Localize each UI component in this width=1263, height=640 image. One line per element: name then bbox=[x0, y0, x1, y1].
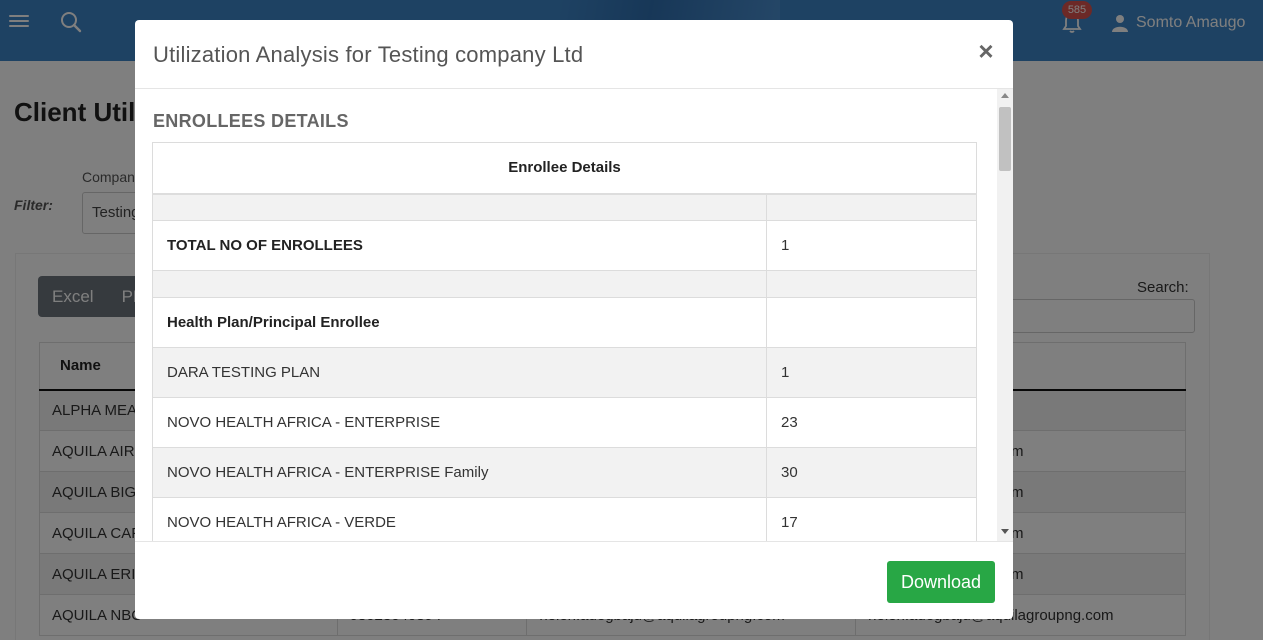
total-label: TOTAL NO OF ENROLLEES bbox=[152, 220, 767, 271]
section-title: ENROLLEES DETAILS bbox=[153, 111, 349, 131]
spacer-row bbox=[152, 270, 977, 298]
download-button[interactable]: Download bbox=[887, 561, 995, 603]
plan-name: NOVO HEALTH AFRICA - VERDE bbox=[152, 497, 767, 541]
table-row: NOVO HEALTH AFRICA - ENTERPRISE 23 bbox=[152, 397, 977, 448]
plan-count: 17 bbox=[766, 497, 977, 541]
modal-header: Utilization Analysis for Testing company… bbox=[135, 20, 1013, 89]
modal-scrollbar[interactable] bbox=[997, 89, 1013, 541]
scroll-up-arrow-icon[interactable] bbox=[1001, 93, 1009, 98]
table-row: DARA TESTING PLAN 1 bbox=[152, 347, 977, 398]
plan-count: 1 bbox=[766, 347, 977, 398]
spacer-row bbox=[152, 193, 977, 221]
scrollbar-thumb[interactable] bbox=[999, 107, 1011, 171]
total-value: 1 bbox=[766, 220, 977, 271]
plan-name: NOVO HEALTH AFRICA - ENTERPRISE bbox=[152, 397, 767, 448]
scroll-down-arrow-icon[interactable] bbox=[1001, 529, 1009, 534]
plan-name: NOVO HEALTH AFRICA - ENTERPRISE Family bbox=[152, 447, 767, 498]
close-icon[interactable]: × bbox=[974, 36, 998, 66]
plan-name: DARA TESTING PLAN bbox=[152, 347, 767, 398]
plan-header-row: Health Plan/Principal Enrollee bbox=[152, 297, 977, 348]
modal-footer: Download bbox=[135, 541, 1013, 619]
modal-title: Utilization Analysis for Testing company… bbox=[153, 42, 584, 67]
plan-header: Health Plan/Principal Enrollee bbox=[152, 297, 767, 348]
plan-count: 23 bbox=[766, 397, 977, 448]
enrollee-details-table: Enrollee Details TOTAL NO OF ENROLLEES 1… bbox=[152, 142, 977, 541]
table-row: NOVO HEALTH AFRICA - ENTERPRISE Family 3… bbox=[152, 447, 977, 498]
utilization-modal: Utilization Analysis for Testing company… bbox=[135, 20, 1013, 619]
modal-body[interactable]: ENROLLEES DETAILS Enrollee Details TOTAL… bbox=[135, 89, 1013, 541]
table-row: NOVO HEALTH AFRICA - VERDE 17 bbox=[152, 497, 977, 541]
table-title: Enrollee Details bbox=[152, 142, 977, 195]
total-enrollees-row: TOTAL NO OF ENROLLEES 1 bbox=[152, 220, 977, 271]
plan-count: 30 bbox=[766, 447, 977, 498]
